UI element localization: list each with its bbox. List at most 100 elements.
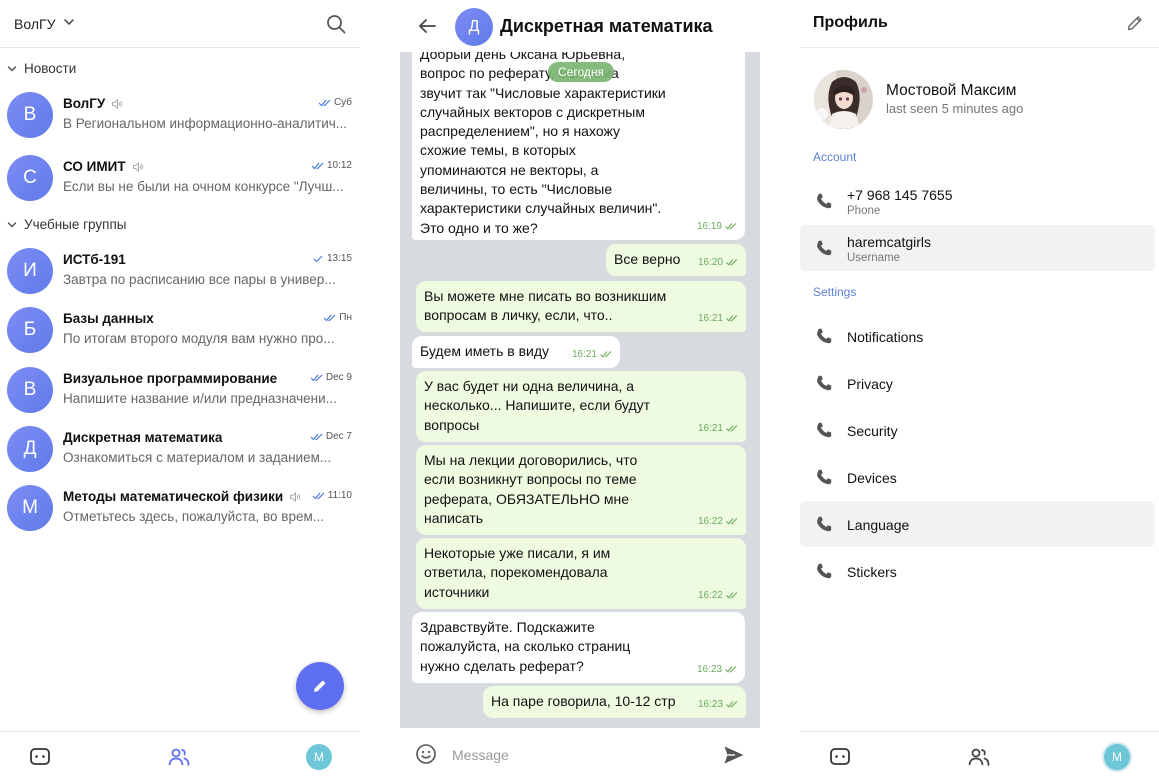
chat-item-discrete-math[interactable]: Д Дискретная математика Dec 7 Ознакомить… (0, 419, 360, 479)
phone-icon (817, 328, 832, 344)
phone-icon (817, 240, 832, 256)
message-time: 16:20 (697, 256, 723, 268)
chat-item-volgu[interactable]: В ВолГУ Суб В Региональном информационно… (0, 85, 360, 145)
pencil-icon[interactable] (1125, 13, 1145, 33)
chat-time-text: Пн (339, 312, 352, 323)
chat-preview: Отметьтесь здесь, пожалуйста, во врем... (63, 509, 324, 524)
emoji-icon[interactable] (415, 743, 437, 765)
chat-name: Визуальное программирование (63, 371, 278, 386)
message-bubble[interactable]: Здравствуйте. Подскажите пожалуйста, на … (412, 612, 745, 683)
chat-time: 10:12 (311, 160, 352, 171)
chat-item-math-physics[interactable]: М Методы математической физики 11:10 Отм… (0, 478, 360, 538)
nav-contacts-button[interactable] (166, 744, 192, 770)
settings-item-devices[interactable]: Devices (800, 454, 1155, 500)
message-meta: 16:22 (698, 512, 738, 531)
nav-profile-button[interactable]: M (1104, 744, 1130, 770)
message-bubble[interactable]: Мы на лекции договорились, что если возн… (416, 445, 746, 535)
settings-item-label: Privacy (847, 376, 893, 392)
phone-icon (817, 469, 832, 485)
message-bubble[interactable]: Некоторые уже писали, я им ответила, пор… (416, 538, 746, 609)
chat-bubble-icon (30, 748, 50, 765)
org-switcher-label[interactable]: ВолГУ (14, 16, 55, 32)
check-icon (313, 255, 323, 263)
avatar[interactable]: Д (455, 8, 493, 46)
chat-preview: Ознакомиться с материалом и заданием... (63, 450, 332, 465)
message-time: 16:23 (696, 663, 722, 675)
profile-avatar-image[interactable] (814, 70, 873, 129)
section-label: Учебные группы (24, 217, 127, 232)
message-time: 16:23 (697, 698, 723, 710)
username-label: Username (847, 252, 901, 264)
double-check-icon (726, 592, 738, 599)
chat-name-row: ИСТб-191 (63, 252, 126, 267)
message-time: 16:22 (697, 515, 723, 527)
chat-name-row: Методы математической физики (63, 489, 301, 504)
message-meta: 16:19 (697, 217, 737, 236)
message-text: Вы можете мне писать во возникшим вопрос… (424, 288, 667, 324)
message-input[interactable] (452, 744, 702, 766)
message-text: Мы на лекции договорились, что если возн… (424, 452, 638, 526)
chevron-down-icon[interactable] (62, 15, 76, 29)
chat-list-panel: ВолГУ Новости В ВолГУ Суб В Региональном… (0, 0, 360, 780)
double-check-icon (726, 701, 738, 708)
phone-icon (817, 422, 832, 438)
message-bubble[interactable]: Будем иметь в виду 16:21 (412, 336, 620, 368)
avatar: M (306, 744, 332, 770)
message-bubble[interactable]: Вы можете мне писать во возникшим вопрос… (416, 281, 746, 332)
contacts-icon (968, 748, 990, 766)
section-label: Новости (24, 61, 77, 76)
chat-time-text: 13:15 (326, 253, 352, 264)
message-bubble[interactable]: На паре говорила, 10-12 стр 16:23 (483, 686, 746, 718)
page-title: Профиль (813, 14, 888, 31)
message-meta: 16:22 (698, 586, 738, 605)
chat-name: СО ИМИТ (63, 159, 126, 174)
chat-name-row: СО ИМИТ (63, 159, 144, 174)
message-text: Некоторые уже писали, я им ответила, пор… (424, 545, 611, 600)
chat-preview: Завтра по расписанию все пары в универ..… (63, 272, 336, 287)
chat-name-row: Визуальное программирование (63, 371, 277, 386)
settings-item-security[interactable]: Security (800, 407, 1155, 453)
phone-icon (817, 375, 832, 391)
chat-item-databases[interactable]: Б Базы данных Пн По итогам второго модул… (0, 300, 360, 360)
chat-item-visual-programming[interactable]: В Визуальное программирование Dec 9 Напи… (0, 360, 360, 420)
settings-item-privacy[interactable]: Privacy (800, 360, 1155, 406)
double-check-icon (600, 351, 612, 358)
section-news[interactable]: Новости (0, 55, 360, 83)
message-list[interactable]: Сегодня Добрый день Оксана Юрьевна, вопр… (400, 52, 760, 728)
chat-name-row: ВолГУ (63, 96, 123, 111)
nav-profile-button[interactable]: M (306, 744, 332, 770)
double-check-icon (726, 315, 738, 322)
message-composer (400, 730, 760, 780)
phone-value: +7 968 145 7655 (847, 187, 953, 203)
settings-item-stickers[interactable]: Stickers (800, 548, 1155, 594)
bottom-navigation: M (800, 731, 1159, 780)
chat-preview: Если вы не были на очном конкурсе "Лучш.… (63, 179, 344, 194)
message-meta: 16:20 (698, 253, 738, 272)
settings-item-label: Language (847, 517, 910, 533)
message-bubble[interactable]: Все верно 16:20 (606, 244, 746, 276)
phone-row[interactable]: +7 968 145 7655 Phone (800, 178, 1155, 224)
nav-chats-button[interactable] (27, 744, 53, 770)
username-row[interactable]: haremcatgirls Username (800, 225, 1155, 271)
arrow-left-icon[interactable] (416, 15, 438, 37)
settings-item-language[interactable]: Language (800, 501, 1155, 547)
chat-name: Базы данных (63, 311, 154, 326)
message-meta: 16:23 (697, 660, 737, 679)
settings-item-notifications[interactable]: Notifications (800, 313, 1155, 359)
chat-time-text: Суб (333, 97, 352, 108)
chat-item-so-imit[interactable]: С СО ИМИТ 10:12 Если вы не были на очном… (0, 148, 360, 208)
message-bubble[interactable]: У вас будет ни одна величина, а нескольк… (416, 371, 746, 442)
search-icon[interactable] (325, 13, 347, 35)
username-value: haremcatgirls (847, 234, 932, 250)
compose-button[interactable] (296, 662, 344, 710)
message-meta: 16:23 (698, 695, 738, 714)
chat-name: ИСТб-191 (63, 252, 126, 267)
nav-chats-button[interactable] (827, 744, 853, 770)
chat-item-istb-191[interactable]: И ИСТб-191 13:15 Завтра по расписанию вс… (0, 241, 360, 301)
conversation-title[interactable]: Дискретная математика (500, 16, 713, 37)
nav-contacts-button[interactable] (966, 744, 992, 770)
section-study-groups[interactable]: Учебные группы (0, 211, 360, 239)
avatar: С (7, 155, 53, 201)
send-icon[interactable] (722, 743, 746, 767)
chevron-down-icon (7, 66, 17, 72)
